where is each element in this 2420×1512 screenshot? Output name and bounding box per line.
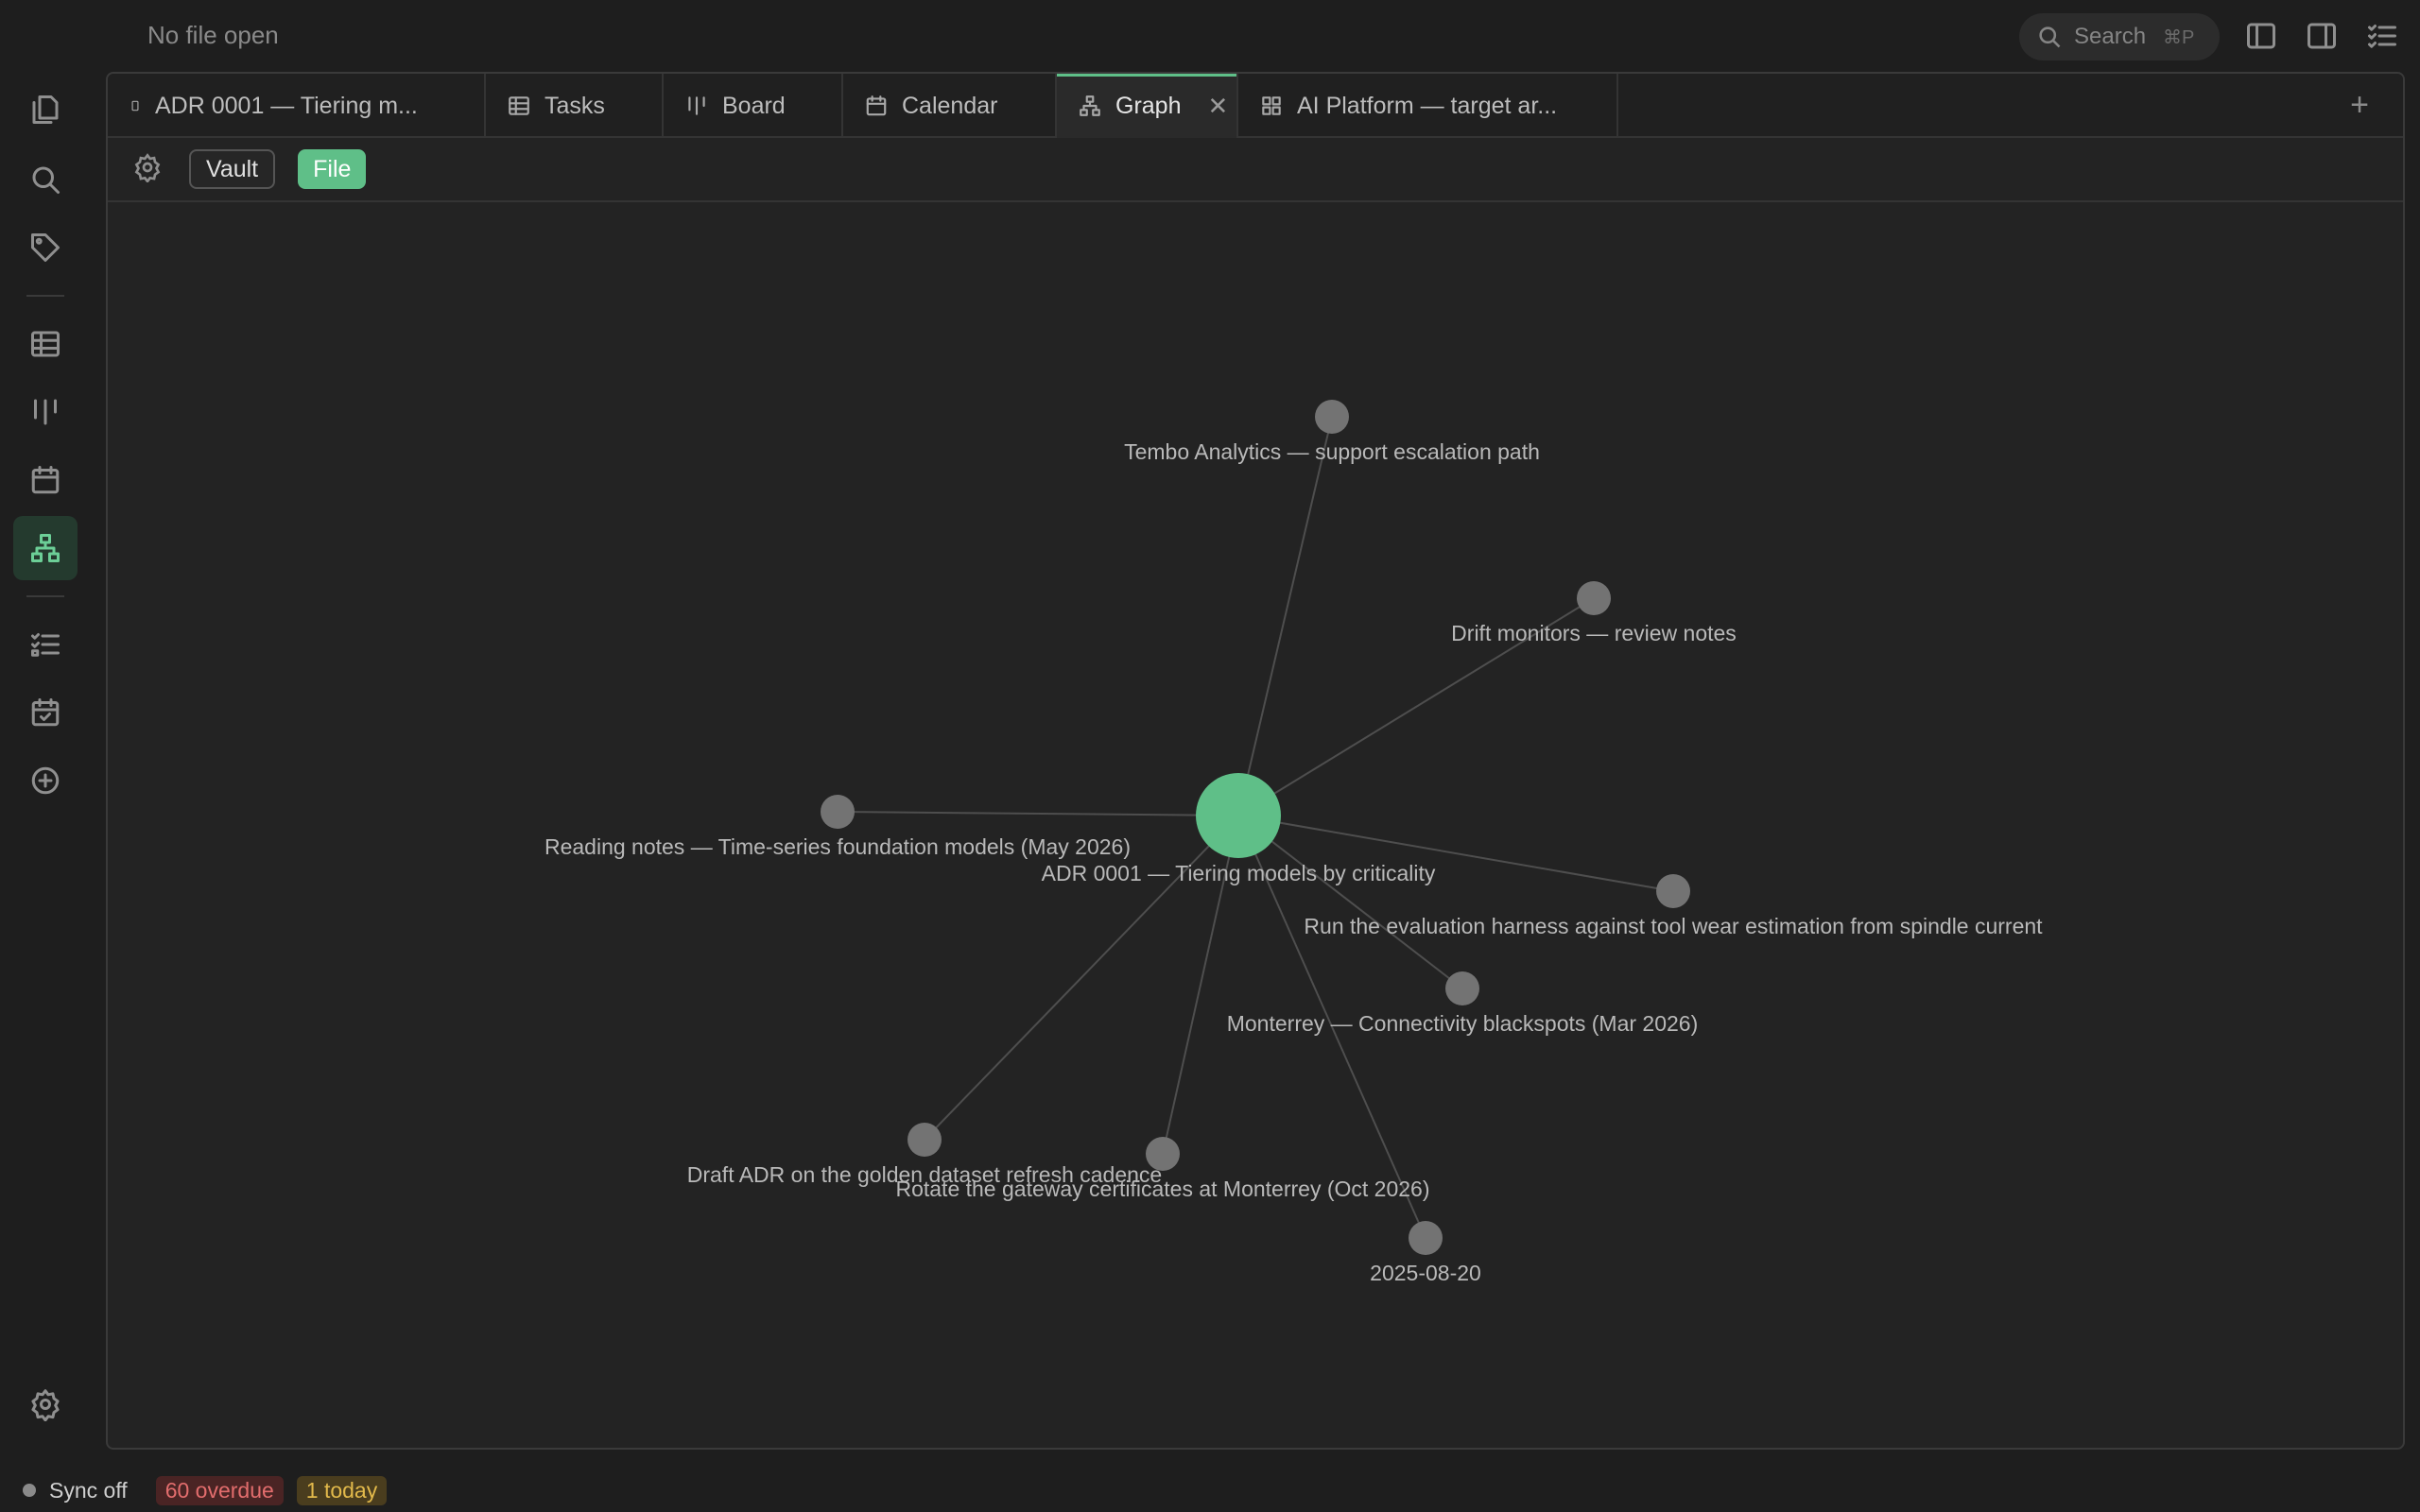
graph-node[interactable]: 2025-08-20 — [1370, 1221, 1481, 1285]
tags-icon[interactable] — [13, 215, 78, 280]
window-title: No file open — [147, 21, 279, 49]
tasks-icon[interactable] — [13, 612, 78, 677]
search-icon[interactable] — [13, 147, 78, 212]
graph-center-node[interactable]: ADR 0001 — Tiering models by criticality — [1042, 773, 1436, 885]
tab-label: AI Platform — target ar... — [1297, 92, 1558, 119]
center-node-label: ADR 0001 — Tiering models by criticality — [1042, 861, 1436, 885]
center-node-dot[interactable] — [1196, 773, 1281, 858]
file-scope-button[interactable]: File — [298, 149, 367, 189]
node-dot[interactable] — [1409, 1221, 1443, 1255]
node-dot[interactable] — [1577, 581, 1611, 615]
graph-node[interactable]: Monterrey — Connectivity blackspots (Mar… — [1227, 971, 1699, 1036]
tab-board[interactable]: Board — [664, 74, 843, 138]
tab-label: ADR 0001 — Tiering m... — [155, 92, 418, 119]
calendar-check-icon[interactable] — [13, 680, 78, 745]
search-label: Search — [2074, 24, 2147, 49]
overdue-badge[interactable]: 60 overdue — [155, 1475, 284, 1505]
graph-icon — [1080, 95, 1100, 116]
today-badge[interactable]: 1 today — [296, 1475, 388, 1505]
table-icon — [509, 96, 529, 115]
board-icon — [688, 96, 705, 115]
main-pane: ADR 0001 — Tiering m... Tasks Board Cale… — [106, 72, 2405, 1450]
search-icon — [2039, 26, 2061, 48]
node-dot[interactable] — [1315, 400, 1349, 434]
grid-icon — [1262, 96, 1281, 115]
node-dot[interactable] — [1656, 874, 1690, 908]
left-ribbon — [0, 0, 91, 1512]
tab-label: Board — [722, 92, 786, 119]
ribbon-divider — [26, 595, 64, 597]
tab-graph[interactable]: Graph ✕ — [1057, 74, 1238, 138]
tab-label: Calendar — [902, 92, 998, 119]
node-dot[interactable] — [908, 1123, 942, 1157]
search-shortcut: ⌘P — [2163, 26, 2195, 48]
add-icon[interactable] — [13, 748, 78, 813]
tab-label: Tasks — [544, 92, 605, 119]
graph-node[interactable]: Tembo Analytics — support escalation pat… — [1124, 400, 1540, 464]
sync-status-icon — [23, 1484, 36, 1497]
node-label: Tembo Analytics — support escalation pat… — [1124, 439, 1540, 464]
ribbon-divider — [26, 295, 64, 297]
close-icon[interactable]: ✕ — [1207, 92, 1228, 121]
left-sidebar-toggle-icon[interactable] — [2244, 19, 2278, 53]
tab-label: Graph — [1115, 92, 1182, 119]
graph-edge — [837, 811, 1239, 816]
files-icon[interactable] — [13, 77, 78, 142]
status-bar: Sync off 60 overdue 1 today — [23, 1474, 388, 1506]
node-dot[interactable] — [1445, 971, 1479, 1005]
note-icon — [131, 100, 139, 112]
task-list-icon[interactable] — [2365, 19, 2399, 53]
node-label: Monterrey — Connectivity blackspots (Mar… — [1227, 1011, 1699, 1036]
search-button[interactable]: Search ⌘P — [2019, 13, 2220, 60]
node-dot[interactable] — [1146, 1137, 1180, 1171]
graph-node[interactable]: Reading notes — Time-series foundation m… — [544, 795, 1131, 859]
title-bar: No file open Search ⌘P — [91, 0, 2420, 72]
tab-adr-0001[interactable]: ADR 0001 — Tiering m... — [108, 74, 486, 138]
tab-calendar[interactable]: Calendar — [843, 74, 1057, 138]
node-label: 2025-08-20 — [1370, 1261, 1481, 1285]
graph-toolbar: Vault File — [108, 138, 2403, 202]
node-label: Rotate the gateway certificates at Monte… — [895, 1177, 1429, 1201]
node-label: Run the evaluation harness against tool … — [1304, 914, 2043, 938]
graph-canvas[interactable]: Tembo Analytics — support escalation pat… — [108, 204, 2405, 1450]
graph-svg[interactable]: Tembo Analytics — support escalation pat… — [108, 204, 2405, 1450]
right-sidebar-toggle-icon[interactable] — [2305, 19, 2339, 53]
new-tab-button[interactable]: + — [2350, 87, 2369, 124]
tab-tasks[interactable]: Tasks — [486, 74, 664, 138]
table-icon[interactable] — [13, 312, 78, 376]
graph-icon[interactable] — [13, 516, 78, 580]
node-label: Reading notes — Time-series foundation m… — [544, 834, 1131, 859]
node-label: Drift monitors — review notes — [1451, 621, 1737, 645]
calendar-icon[interactable] — [13, 448, 78, 512]
graph-settings-icon[interactable] — [132, 152, 163, 187]
board-icon[interactable] — [13, 380, 78, 444]
tab-bar: ADR 0001 — Tiering m... Tasks Board Cale… — [108, 74, 2403, 138]
sync-status[interactable]: Sync off — [49, 1478, 128, 1503]
settings-icon[interactable] — [13, 1372, 78, 1436]
tab-ai-platform[interactable]: AI Platform — target ar... — [1238, 74, 1618, 138]
vault-scope-button[interactable]: Vault — [189, 149, 276, 189]
graph-node[interactable]: Drift monitors — review notes — [1451, 581, 1737, 645]
graph-edge — [1237, 416, 1333, 816]
node-dot[interactable] — [821, 795, 855, 829]
calendar-icon — [866, 95, 887, 116]
